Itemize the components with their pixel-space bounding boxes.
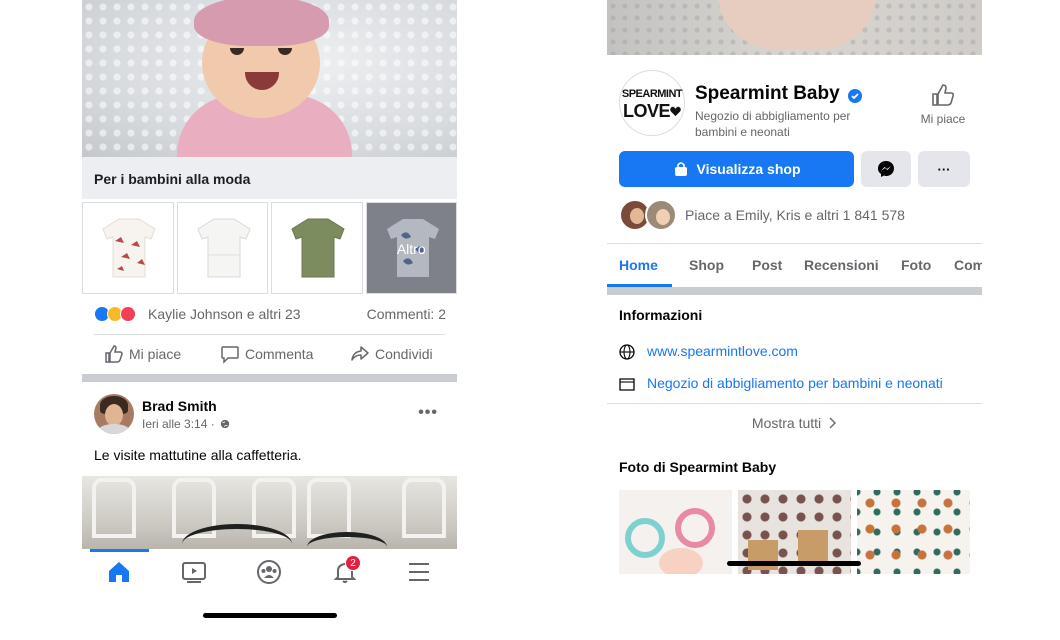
comment-button[interactable]: Commenta [220,344,313,364]
logo-line-1: SPEARMINT [621,88,683,100]
storefront-icon [619,378,635,391]
avatar [645,199,677,231]
avatar[interactable] [94,394,134,434]
divider [94,334,445,335]
reactions-summary[interactable]: Kaylie Johnson e altri 23 Commenti: 2 [94,305,446,325]
home-indicator[interactable] [727,561,861,566]
photo-thumbnail[interactable] [857,490,970,574]
tab-shop[interactable]: Shop [689,257,724,273]
home-icon[interactable] [106,559,132,585]
page-tabs: Home Shop Post Recensioni Foto Com [607,244,982,288]
globe-icon [619,344,635,360]
verified-badge-icon [848,89,862,103]
menu-icon[interactable] [406,559,432,585]
category-text: Negozio di abbigliamento per bambini e n… [647,375,943,391]
website-link[interactable]: www.spearmintlove.com [619,342,975,362]
product-thumbnails: Altro [82,202,457,294]
category-link[interactable]: Negozio di abbigliamento per bambini e n… [619,374,975,394]
thumbs-up-icon [932,84,955,106]
video-icon[interactable] [181,559,207,585]
section-divider [607,287,982,295]
shopping-bag-icon [674,162,687,176]
more-button[interactable]: ··· [918,151,970,187]
info-title: Informazioni [619,307,703,323]
page-category: Negozio di abbigliamento per bambini e n… [695,109,851,139]
page-screen: SPEARMINT LOVE Spearmint Baby Negozio di… [607,0,982,640]
post-author[interactable]: Brad Smith [142,398,217,414]
photos-title: Foto di Spearmint Baby [619,459,777,475]
page-logo[interactable]: SPEARMINT LOVE [619,70,685,136]
like-button[interactable]: Mi piace [104,344,181,364]
active-tab-indicator [90,549,149,552]
section-divider [82,374,457,382]
share-label: Condividi [375,346,433,362]
more-label: Altro [396,241,426,257]
website-text: www.spearmintlove.com [647,343,798,359]
like-label: Mi piace [129,346,182,362]
like-page-label: Mi piace [920,112,966,126]
view-shop-button[interactable]: Visualizza shop [619,151,854,187]
post-actions: Mi piace Commenta Condividi [82,340,457,370]
feed-screen: Per i bambini alla moda Altro Kaylie Joh… [82,0,457,640]
tab-community[interactable]: Com [954,257,982,273]
notification-badge: 2 [345,555,361,571]
logo-line-2-text: LOVE [622,101,671,121]
thumbs-up-icon [105,345,123,363]
product-hero-image[interactable] [82,0,457,157]
view-shop-label: Visualizza shop [696,161,801,177]
comment-icon [221,346,239,364]
comment-count[interactable]: Commenti: 2 [367,306,446,322]
product-caption: Per i bambini alla moda [94,171,251,187]
see-all-label: Mostra tutti [751,415,822,431]
groups-icon[interactable] [256,559,282,585]
share-button[interactable]: Condividi [350,344,433,364]
photo-thumbnail[interactable] [619,490,732,574]
globe-icon [220,419,230,429]
bottom-tab-bar: 2 [82,549,457,594]
tab-reviews[interactable]: Recensioni [804,257,879,273]
post-timestamp[interactable]: Ieri alle 3:14 · [142,417,230,431]
logo-line-2: LOVE [620,101,684,122]
messenger-button[interactable] [861,151,911,187]
messenger-icon [878,161,894,177]
tab-posts[interactable]: Post [752,257,782,273]
chevron-right-icon [829,417,837,429]
post-header: Brad Smith Ieri alle 3:14 · ••• [94,394,446,434]
reaction-names: Kaylie Johnson e altri 23 [148,306,301,322]
more-products-thumbnail[interactable]: Altro [365,202,457,294]
likers-text: Piace a Emily, Kris e altri 1 841 578 [685,207,905,223]
tab-home[interactable]: Home [619,257,658,273]
post-photo[interactable] [82,476,457,549]
product-thumbnail[interactable] [271,202,363,294]
share-icon [351,346,369,361]
heart-icon [670,106,681,117]
cover-photo[interactable] [607,0,982,55]
tab-photos[interactable]: Foto [901,257,931,273]
comment-label: Commenta [245,346,314,362]
page-likers[interactable]: Piace a Emily, Kris e altri 1 841 578 [619,199,975,231]
like-page-button[interactable]: Mi piace [915,82,971,126]
more-options-icon[interactable]: ••• [418,404,438,422]
product-thumbnail[interactable] [176,202,268,294]
product-caption-bar[interactable]: Per i bambini alla moda [82,157,457,199]
post-text: Le visite mattutine alla caffetteria. [94,447,302,463]
product-thumbnail[interactable] [82,202,174,294]
love-reaction-icon [120,306,136,322]
divider [607,403,982,404]
reaction-icons [94,305,142,323]
post-time-text: Ieri alle 3:14 · [142,417,215,431]
home-indicator[interactable] [203,613,337,618]
see-all-button[interactable]: Mostra tutti [607,415,982,431]
page-name: Spearmint Baby [695,83,840,104]
